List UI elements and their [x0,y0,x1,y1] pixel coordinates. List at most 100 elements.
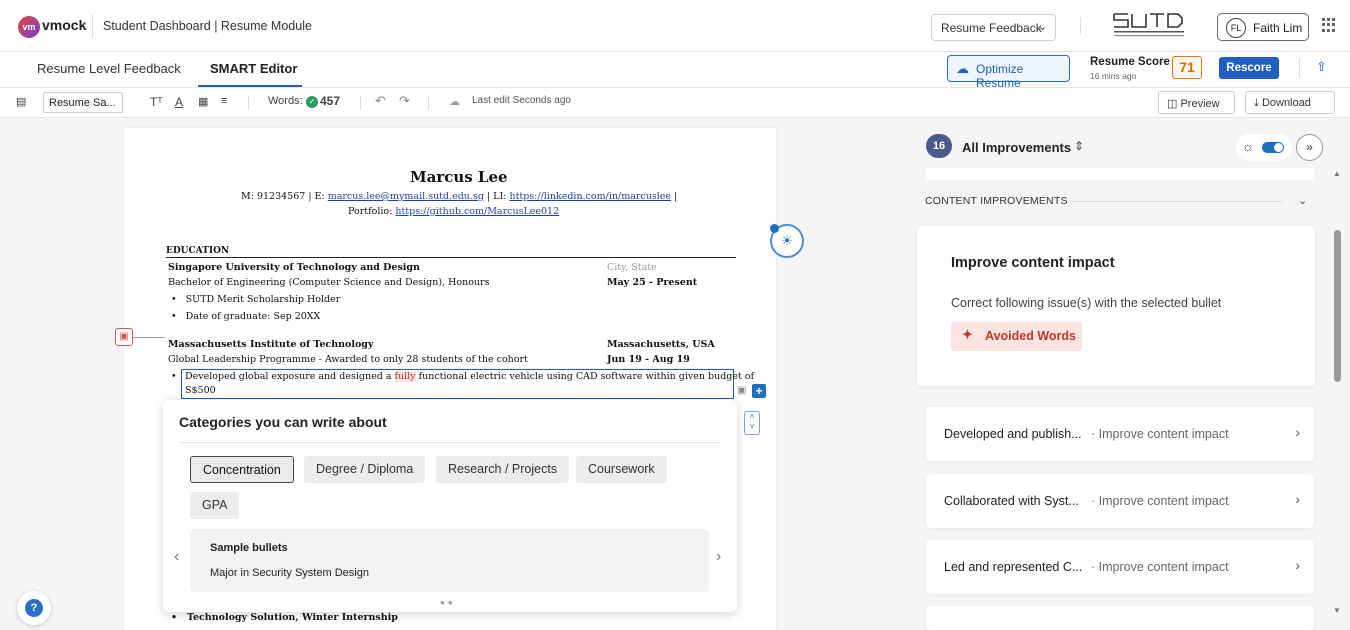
delete-section-icon[interactable]: ▣ [115,328,133,346]
improvement-detail-card: Improve content impact Correct following… [917,226,1315,386]
word-count: 457 [320,94,341,108]
feedback-dropdown[interactable]: Resume Feedback ⌄ [931,14,1056,41]
linkedin-link[interactable]: https://linkedin.com/in/marcuslee [509,191,671,202]
font-size-icon[interactable]: Tᵀ [150,95,163,109]
collapse-panel-icon[interactable]: » [1296,134,1323,161]
avoided-words-tag[interactable]: ✦ Avoided Words [951,322,1082,351]
preview-button[interactable]: ◫ Preview [1158,91,1235,114]
lightbulb-toggle-icon: ☼ [1242,139,1254,154]
sutd-logo [1113,13,1184,37]
pin-icon: ✦ [962,327,973,342]
scroll-down-icon[interactable]: ▼ [1333,606,1341,615]
contact-line: M: 91234567 | E: marcus.lee@mymail.sutd.… [241,191,677,202]
active-tab-indicator [198,85,302,87]
portfolio-prefix: Portfolio: [348,206,393,217]
connector-line [133,337,165,338]
tab-resume-level-feedback[interactable]: Resume Level Feedback [37,61,181,76]
scroll-up-icon[interactable]: ▲ [1333,169,1341,178]
redo-icon[interactable]: ↷ [399,93,410,109]
avoided-word-highlight[interactable]: fully [394,371,416,382]
tabs-bar: Resume Level Feedback SMART Editor ☁ Opt… [0,52,1350,90]
optimize-resume-button[interactable]: ☁ Optimize Resume [947,55,1070,90]
vmock-logo-icon[interactable]: vm [18,16,40,38]
content-improvements-label: CONTENT IMPROVEMENTS [925,195,1068,207]
bullet-text: Technology Solution, Winter Internship [187,612,398,623]
undo-icon[interactable]: ↶ [375,93,386,109]
improvement-description: Correct following issue(s) with the sele… [951,296,1222,310]
contact-prefix: M: 91234567 | E: [241,191,325,202]
avatar: FL [1226,18,1246,38]
portfolio-link[interactable]: https://github.com/MarcusLee012 [395,206,559,217]
document-icon[interactable]: ▤ [16,95,26,108]
chip-concentration[interactable]: Concentration [190,456,294,483]
settings-sliders-icon[interactable]: ≡ [221,95,227,107]
selected-bullet[interactable]: Developed global exposure and designed a… [181,369,754,399]
scrollbar-thumb[interactable] [1334,230,1341,382]
improvement-item[interactable]: Developed and publish... · Improve conte… [926,407,1314,461]
program-2: Global Leadership Programme - Awarded to… [168,354,528,365]
degree-1: Bachelor of Engineering (Computer Scienc… [168,277,490,288]
resume-name-field[interactable]: Resume Sa... [43,92,123,113]
bullet-text: Date of graduate: Sep 20XX [185,311,321,322]
sample-bullet-text[interactable]: Major in Security System Design [210,567,369,579]
program-2-date: Jun 19 - Aug 19 [607,354,690,365]
optimize-icon: ☁ [956,61,969,76]
apps-grid-icon[interactable] [1322,18,1336,32]
carousel-dots[interactable]: ●● [440,598,456,607]
list-item: • Technology Solution, Winter Internship [171,612,398,623]
divider [1299,58,1300,78]
sample-bullets-title: Sample bullets [210,542,288,554]
editor-toolbar: ▤ Resume Sa... Tᵀ A ▦ ≡ Words: ✓ 457 ↶ ↷… [0,88,1350,118]
filter-icon[interactable]: ⇕ [1074,139,1084,153]
cloud-sync-icon: ☁ [449,96,460,108]
tab-smart-editor[interactable]: SMART Editor [210,61,297,76]
chevron-left-icon[interactable]: ‹ [174,548,179,566]
move-bullet-stepper[interactable]: ˄ ˅ [744,411,760,435]
chip-coursework[interactable]: Coursework [576,456,667,483]
words-label: Words: [268,95,303,107]
delete-bullet-icon[interactable]: ▣ [737,385,746,396]
help-button[interactable]: ? [17,591,51,625]
improvement-item[interactable] [926,606,1314,630]
feedback-dropdown-label: Resume Feedback [941,21,1042,35]
bullet-text: SUTD Merit Scholarship Holder [185,294,341,305]
download-button[interactable]: ⤓ Download [1245,91,1335,114]
chip-degree-diploma[interactable]: Degree / Diploma [304,456,426,483]
categories-popup: Categories you can write about Concentra… [163,400,737,612]
calendar-icon[interactable]: ▦ [198,95,208,108]
chevron-right-icon[interactable]: › [716,548,721,566]
improvement-bullet: Led and represented C... [944,560,1083,574]
resume-score-value: 71 [1172,56,1202,79]
check-icon: ✓ [306,96,318,109]
share-icon[interactable]: ⇧ [1316,59,1327,75]
improvement-title: Improve content impact [951,255,1115,271]
chip-gpa[interactable]: GPA [190,492,240,519]
font-color-icon[interactable]: A [175,95,183,109]
vmock-logo-text[interactable]: vmock [42,17,86,33]
divider [179,442,720,443]
improvement-item[interactable]: Led and represented C... · Improve conte… [926,540,1314,594]
email-link[interactable]: marcus.lee@mymail.sutd.edu.sg [328,191,484,202]
list-item: • SUTD Merit Scholarship Holder [171,294,341,305]
categories-title: Categories you can write about [179,414,387,430]
school-1: Singapore University of Technology and D… [168,262,420,273]
improvement-type: · Improve content impact [1091,494,1229,508]
hint-toggle[interactable] [1262,142,1284,153]
chevron-down-icon[interactable]: ⌄ [1298,194,1307,207]
rescore-button[interactable]: Rescore [1219,57,1279,79]
resume-name: Marcus Lee [410,168,508,186]
preview-label: Preview [1180,98,1220,110]
add-bullet-button[interactable]: + [752,384,766,398]
li-prefix: | LI: [486,191,507,202]
panel-card-edge [926,168,1314,180]
chevron-down-icon: ⌄ [1037,21,1047,33]
avoided-words-label: Avoided Words [985,329,1076,343]
top-bar: vm vmock Student Dashboard | Resume Modu… [0,0,1350,52]
improvement-item[interactable]: Collaborated with Syst... · Improve cont… [926,474,1314,528]
school-1-location: City, State [607,262,657,273]
chip-research-projects[interactable]: Research / Projects [436,456,570,483]
preview-icon: ◫ [1167,98,1178,110]
user-menu-button[interactable]: FL Faith Lim [1217,13,1309,41]
improvements-count-badge: 16 [926,134,952,158]
chevron-right-icon: › [1295,557,1300,573]
